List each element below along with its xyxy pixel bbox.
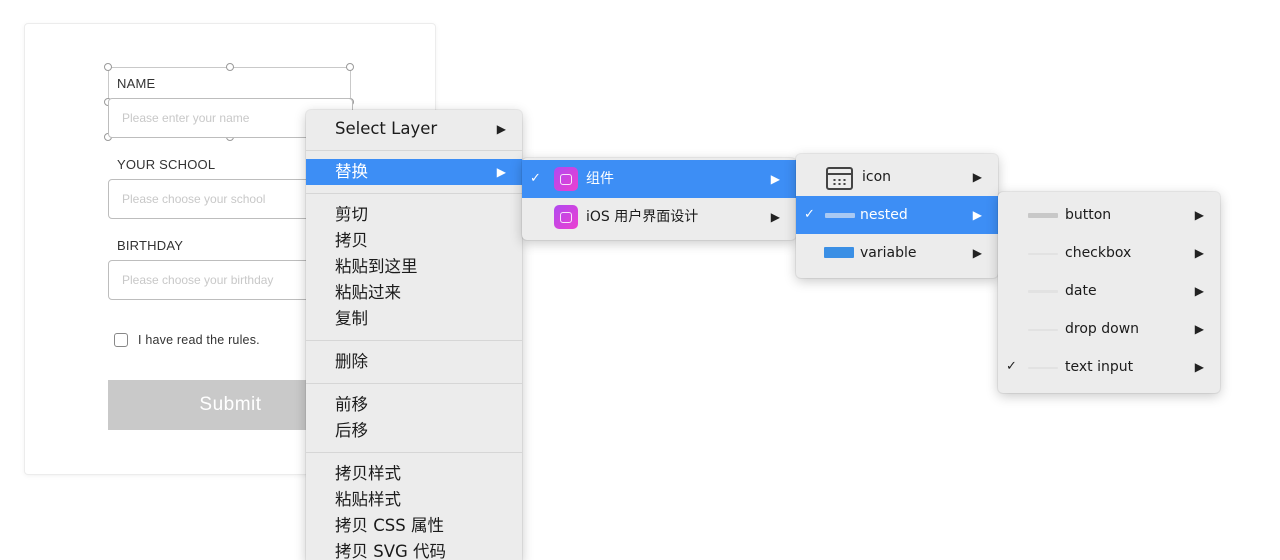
ios-library-icon [554,205,578,229]
button-swatch-icon [1028,213,1058,218]
text-input-swatch-icon [1028,367,1058,369]
menu-item-label: button [1065,207,1112,223]
category-submenu: icon ▶ ✓ nested ▶ variable ▶ [796,154,998,278]
calendar-icon [826,167,853,190]
dropdown-swatch-icon [1028,329,1058,331]
submenu-arrow-icon: ▶ [972,170,982,184]
menu-item-cut[interactable]: 剪切 [306,202,522,228]
menu-item-label: text input [1065,359,1134,375]
checkbox-swatch-icon [1028,253,1058,255]
submenu-arrow-icon: ▶ [1194,284,1204,298]
rules-checkbox[interactable] [114,333,128,347]
submenu-arrow-icon: ▶ [770,172,780,186]
menu-item-icon[interactable]: icon ▶ [796,158,998,196]
resize-handle[interactable] [104,63,112,71]
submenu-arrow-icon: ▶ [770,210,780,224]
menu-item-copy[interactable]: 拷贝 [306,228,522,254]
menu-item-bring-forward[interactable]: 前移 [306,392,522,418]
context-menu: Select Layer ▶ 替换 ▶ 剪切 拷贝 粘贴到这里 粘贴过来 复制 … [306,110,522,560]
submenu-arrow-icon: ▶ [1194,246,1204,260]
name-label: NAME [117,76,156,91]
variable-swatch-icon [824,247,854,258]
menu-item-paste-style[interactable]: 粘贴样式 [306,487,522,513]
rules-label: I have read the rules. [138,333,260,347]
library-submenu: ✓ 组件 ▶ iOS 用户界面设计 ▶ [522,158,796,240]
menu-item-nested[interactable]: ✓ nested ▶ [796,196,998,234]
menu-separator [306,340,522,341]
nested-submenu: button ▶ checkbox ▶ date ▶ drop down ▶ ✓… [998,192,1220,393]
menu-separator [306,150,522,151]
menu-item-copy-css[interactable]: 拷贝 CSS 属性 [306,513,522,539]
menu-item-paste-over[interactable]: 粘贴过来 [306,280,522,306]
menu-item-button[interactable]: button ▶ [998,196,1220,234]
submenu-arrow-icon: ▶ [972,246,982,260]
menu-item-duplicate[interactable]: 复制 [306,306,522,332]
checkmark-icon: ✓ [1006,359,1017,374]
menu-item-label: checkbox [1065,245,1132,261]
menu-item-variable[interactable]: variable ▶ [796,234,998,272]
checkmark-icon: ✓ [804,207,815,222]
menu-item-label: 组件 [586,171,614,187]
submenu-arrow-icon: ▶ [1194,360,1204,374]
resize-handle[interactable] [226,63,234,71]
menu-item-label: 替换 [335,162,368,181]
menu-separator [306,383,522,384]
menu-item-label: Select Layer [335,119,438,138]
menu-item-components[interactable]: ✓ 组件 ▶ [522,160,796,198]
resize-handle[interactable] [346,63,354,71]
menu-item-ios-design[interactable]: iOS 用户界面设计 ▶ [522,198,796,236]
school-label: YOUR SCHOOL [117,157,216,172]
date-swatch-icon [1028,290,1058,293]
menu-item-select-layer[interactable]: Select Layer ▶ [306,116,522,142]
birthday-label: BIRTHDAY [117,238,184,253]
menu-item-label: variable [860,245,917,261]
menu-separator [306,452,522,453]
menu-item-delete[interactable]: 删除 [306,349,522,375]
menu-item-label: drop down [1065,321,1140,337]
submenu-arrow-icon: ▶ [1194,322,1204,336]
submenu-arrow-icon: ▶ [1194,208,1204,222]
menu-item-text-input[interactable]: ✓ text input ▶ [998,348,1220,386]
menu-item-label: iOS 用户界面设计 [586,209,699,225]
menu-item-checkbox[interactable]: checkbox ▶ [998,234,1220,272]
menu-item-replace[interactable]: 替换 ▶ [306,159,522,185]
checkmark-icon: ✓ [530,171,541,186]
menu-item-copy-svg[interactable]: 拷贝 SVG 代码 [306,539,522,560]
submenu-arrow-icon: ▶ [496,165,506,179]
menu-item-label: icon [862,169,892,185]
submenu-arrow-icon: ▶ [496,122,506,136]
menu-item-drop-down[interactable]: drop down ▶ [998,310,1220,348]
menu-item-date[interactable]: date ▶ [998,272,1220,310]
menu-item-paste-here[interactable]: 粘贴到这里 [306,254,522,280]
menu-item-send-backward[interactable]: 后移 [306,418,522,444]
submenu-arrow-icon: ▶ [972,208,982,222]
nested-swatch-icon [825,213,855,218]
component-library-icon [554,167,578,191]
menu-item-copy-style[interactable]: 拷贝样式 [306,461,522,487]
menu-item-label: date [1065,283,1097,299]
menu-separator [306,193,522,194]
menu-item-label: nested [860,207,908,223]
